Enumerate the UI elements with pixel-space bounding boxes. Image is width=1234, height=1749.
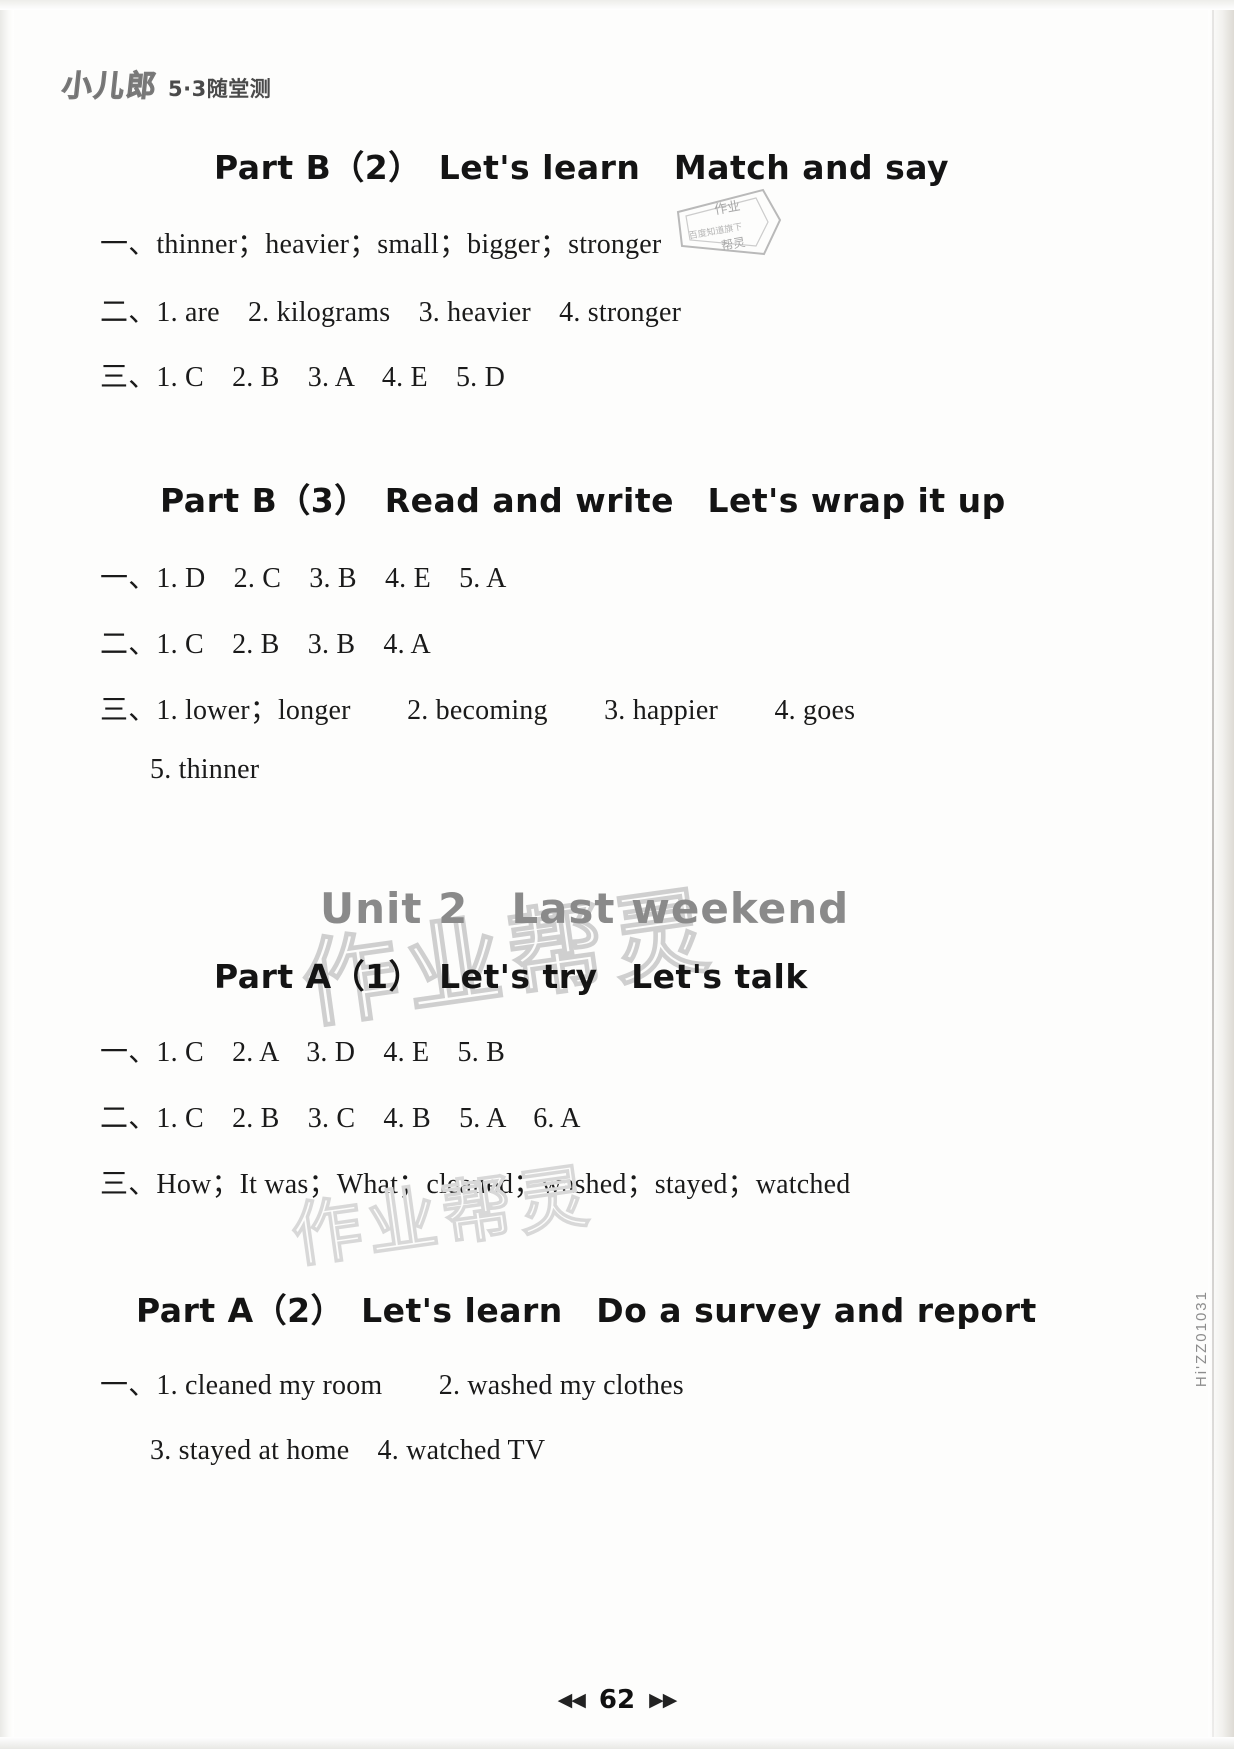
publisher-logo: 小儿郎 <box>60 69 161 105</box>
answer-line-b2-3: 三、1. C 2. B 3. A 4. E 5. D <box>100 362 506 393</box>
section-heading-part-b-3: Part B（3） Read and write Let's wrap it u… <box>160 481 1006 520</box>
answer-line-a1-1: 一、1. C 2. A 3. D 4. E 5. B <box>100 1037 506 1068</box>
prev-page-arrows: ◀◀ <box>557 1689 586 1711</box>
svg-text:帮灵: 帮灵 <box>720 235 746 253</box>
section-heading-part-a-1: Part A（1） Let's try Let's talk <box>214 957 808 996</box>
masthead: 小儿郎 5·3随堂测 <box>60 69 272 105</box>
unit-title: Unit 2 Last weekend <box>320 884 850 933</box>
page-footer: ◀◀ 62 ▶▶ <box>0 1685 1234 1715</box>
answer-line-b3-3: 三、1. lower；longer 2. becoming 3. happier… <box>100 695 856 726</box>
side-margin-code: Hi'ZZ01031 <box>1193 1290 1210 1388</box>
section-heading-part-b-2: Part B（2） Let's learn Match and say <box>214 148 950 187</box>
answer-line-b2-1: 一、thinner；heavier；small；bigger；stronger <box>100 229 662 260</box>
section-heading-part-a-2: Part A（2） Let's learn Do a survey and re… <box>136 1291 1037 1330</box>
answer-line-b3-1: 一、1. D 2. C 3. B 4. E 5. A <box>100 563 507 594</box>
svg-text:作业: 作业 <box>713 199 741 218</box>
stamp-watermark-icon: 作业 百度知道旗下 帮灵 <box>676 188 782 256</box>
page-number: 62 <box>598 1685 636 1715</box>
answer-line-b2-2: 二、1. are 2. kilograms 3. heavier 4. stro… <box>100 297 682 328</box>
answer-line-a1-3: 三、How；It was；What；cleaned；washed；stayed；… <box>100 1169 851 1200</box>
answer-line-b3-4: 5. thinner <box>150 754 260 785</box>
series-title: 5·3随堂测 <box>168 77 272 101</box>
answer-line-a1-2: 二、1. C 2. B 3. C 4. B 5. A 6. A <box>100 1103 581 1134</box>
page-content: 小儿郎 5·3随堂测 Part B（2） Let's learn Match a… <box>0 0 1234 1749</box>
page-watermark-large-2: 作业帮灵 <box>286 1154 600 1279</box>
answer-line-a2-2: 3. stayed at home 4. watched TV <box>150 1435 546 1466</box>
next-page-arrows: ▶▶ <box>649 1689 677 1711</box>
answer-line-a2-1: 一、1. cleaned my room 2. washed my clothe… <box>100 1370 684 1401</box>
answer-line-b3-2: 二、1. C 2. B 3. B 4. A <box>100 629 431 660</box>
svg-text:百度知道旗下: 百度知道旗下 <box>688 220 743 241</box>
